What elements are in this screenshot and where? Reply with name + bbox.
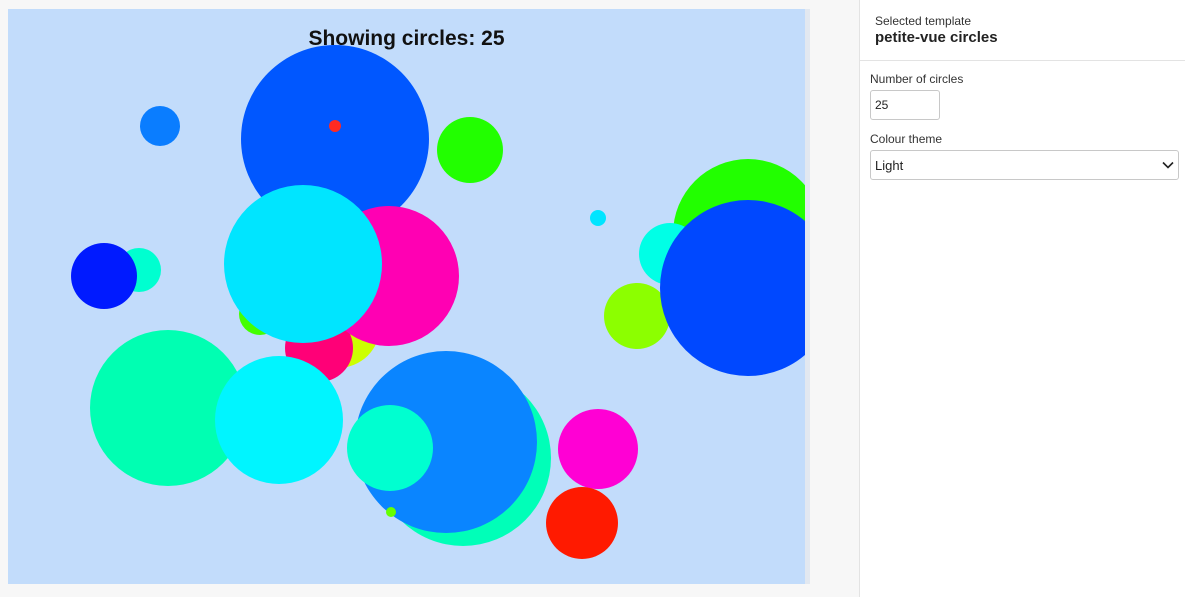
circle-23 [386,507,396,517]
circle-count-input[interactable] [870,90,940,120]
colour-theme-field: Colour theme Light [860,120,1185,180]
template-header: Selected template petite-vue circles [860,0,1185,61]
settings-sidebar: Selected template petite-vue circles Num… [859,0,1185,597]
chevron-down-icon [1162,161,1174,169]
circle-count-field: Number of circles [860,61,1185,120]
circle-16 [329,120,341,132]
template-name: petite-vue circles [875,29,998,46]
circle-4 [590,210,606,226]
circle-15 [224,185,382,343]
circle-2 [437,117,503,183]
circle-6 [71,243,137,309]
circle-24 [558,409,638,489]
circle-22 [347,405,433,491]
colour-theme-value: Light [875,158,904,173]
colour-theme-select[interactable]: Light [870,150,1179,180]
circle-9 [604,283,670,349]
preview-scrollbar[interactable] [805,9,810,584]
circle-25 [546,487,618,559]
circle-field [71,45,805,559]
preview-canvas: Showing circles: 25 [8,9,805,584]
colour-theme-label: Colour theme [870,132,943,146]
circle-count-heading: Showing circles: 25 [308,27,505,50]
template-caption: Selected template [875,14,972,28]
circle-19 [215,356,343,484]
circle-count-label: Number of circles [870,72,964,86]
circle-3 [140,106,180,146]
